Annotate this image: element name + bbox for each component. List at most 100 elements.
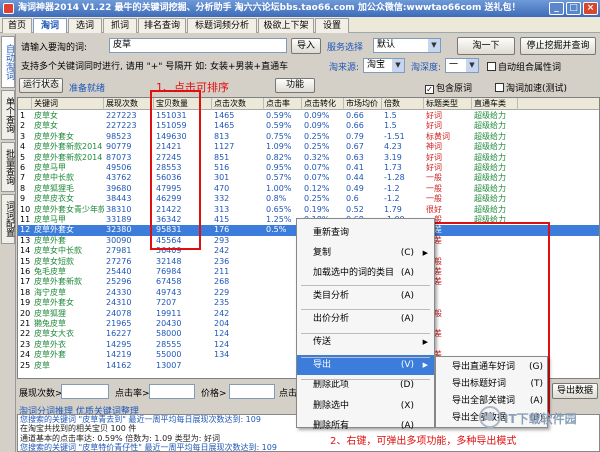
side-tab-2[interactable]: 批量查询 bbox=[1, 142, 15, 192]
column-header-2[interactable]: 展现次数 bbox=[104, 98, 154, 110]
table-row[interactable]: 5 皮草外套新款2014 87073 27245 851 0.82% 0.32% 0.63 3.… bbox=[18, 152, 599, 163]
menu-item-label: 删除此项 bbox=[313, 380, 350, 391]
table-cell: 19911 bbox=[156, 308, 182, 318]
tab-1[interactable]: 淘词 bbox=[33, 18, 67, 33]
table-cell: 0.32% bbox=[304, 152, 330, 162]
context-menu-item-6[interactable]: 导出 (V) ▶ bbox=[297, 355, 434, 376]
minimize-icon[interactable]: _ bbox=[549, 2, 564, 15]
tab-7[interactable]: 设置 bbox=[315, 18, 349, 33]
filter-clickrate-input[interactable] bbox=[149, 384, 195, 399]
table-row[interactable]: 7 皮草中长款 43762 56036 301 0.57% 0.07% 0.44 -1.28 一般… bbox=[18, 173, 599, 183]
stop-button[interactable]: 停止挖掘并查询 bbox=[520, 37, 596, 55]
context-menu-item-5[interactable]: 传送 ▶ bbox=[297, 332, 434, 352]
tab-5[interactable]: 标题词频分析 bbox=[187, 18, 257, 33]
go-button[interactable]: 淘一下 bbox=[457, 37, 515, 55]
close-icon[interactable]: × bbox=[583, 2, 598, 15]
table-cell: 3 bbox=[20, 131, 26, 141]
menu-item-label: 导出标题好词 bbox=[452, 379, 507, 389]
table-cell: 海宁皮草 bbox=[34, 287, 66, 297]
tab-3[interactable]: 抓词 bbox=[103, 18, 137, 33]
context-menu-item-4[interactable]: 出价分析 (A) bbox=[297, 309, 434, 329]
include-original-checkbox[interactable]: ✓ 包含原词 bbox=[425, 81, 472, 94]
table-row[interactable]: 10 皮草外套女青少年款 38310 21422 313 0.65% 0.19% 0.52 1.… bbox=[18, 204, 599, 215]
table-cell: 好词 bbox=[426, 152, 442, 162]
menu-item-shortcut: (A) bbox=[400, 291, 414, 302]
column-header-9[interactable]: 标题类型 bbox=[424, 98, 472, 110]
table-cell: 0.8% bbox=[266, 194, 287, 204]
table-cell: 7 bbox=[20, 173, 26, 183]
status-button[interactable]: 运行状态 bbox=[19, 78, 63, 93]
column-header-1[interactable]: 关键词 bbox=[32, 98, 104, 110]
side-tab-0[interactable]: 自动淘词 bbox=[1, 36, 15, 88]
table-cell: 皮草外衣 bbox=[34, 339, 66, 349]
column-header-8[interactable]: 倍数 bbox=[382, 98, 424, 110]
table-cell: 17 bbox=[20, 277, 31, 287]
table-cell: 38443 bbox=[106, 194, 132, 204]
keyword-input[interactable]: 皮草 bbox=[109, 38, 287, 53]
side-tab-1[interactable]: 单个查询 bbox=[1, 90, 15, 140]
checkbox-icon bbox=[495, 83, 504, 92]
menu-item-label: 导出直通车好词 bbox=[452, 362, 516, 372]
context-menu-item-8[interactable]: 删除选中 (X) bbox=[297, 396, 434, 416]
table-row[interactable]: 3 皮草外套女 98523 149630 813 0.75% 0.25% 0.79 -1.51 标… bbox=[18, 131, 599, 142]
import-button[interactable]: 导入 bbox=[291, 38, 321, 54]
table-cell: 25 bbox=[20, 360, 31, 370]
column-header-4[interactable]: 点击次数 bbox=[212, 98, 264, 110]
tab-2[interactable]: 选词 bbox=[68, 18, 102, 33]
tab-6[interactable]: 极欲上下架 bbox=[258, 18, 314, 33]
table-row[interactable]: 6 皮草马甲 49506 28553 516 0.95% 0.07% 0.41 1.73 好词 超级… bbox=[18, 163, 599, 173]
service-select[interactable]: 默认 ▼ bbox=[373, 38, 441, 53]
context-menu-item-3[interactable]: 类目分析 (A) bbox=[297, 286, 434, 306]
table-cell: 皮草外套新款2014 bbox=[34, 152, 103, 162]
menu-item-shortcut: (X) bbox=[400, 400, 414, 411]
context-menu-item-1[interactable]: 复制 (C) ▶ bbox=[297, 243, 434, 263]
menu-item-label: 删除选中 bbox=[313, 400, 350, 411]
title-bar: 淘词神器2014 V1.22 最牛的关键词挖掘、分析助手 淘六六论坛bbs.ta… bbox=[0, 0, 600, 17]
column-header-10[interactable]: 直通车类 bbox=[472, 98, 518, 110]
table-cell: 0.65% bbox=[266, 204, 292, 214]
table-row[interactable]: 4 皮草外套新款2014 90779 21421 1127 1.09% 0.25% 0.67 4… bbox=[18, 142, 599, 152]
export-submenu-item-0[interactable]: 导出直通车好词 (G) bbox=[436, 359, 547, 376]
filter-price-input[interactable] bbox=[229, 384, 275, 399]
context-menu-item-2[interactable]: 加载选中的词的类目 (A) bbox=[297, 263, 434, 283]
table-cell: 58000 bbox=[156, 329, 182, 339]
column-header-7[interactable]: 市场均价 bbox=[344, 98, 382, 110]
table-cell: 1.00% bbox=[266, 183, 292, 193]
table-cell: 10 bbox=[20, 204, 31, 214]
checkbox-icon: ✓ bbox=[425, 85, 434, 94]
table-cell: 124 bbox=[214, 339, 230, 349]
tab-4[interactable]: 排名查询 bbox=[138, 18, 186, 33]
export-submenu-item-1[interactable]: 导出标题好词 (T) bbox=[436, 376, 547, 393]
context-menu-item-0[interactable]: 重新查询 bbox=[297, 223, 434, 243]
table-cell: 27276 bbox=[106, 256, 132, 266]
filter-show-input[interactable] bbox=[61, 384, 109, 399]
source-select[interactable]: 淘宝 ▼ bbox=[363, 58, 405, 73]
menu-item-shortcut: (A) bbox=[400, 314, 414, 325]
column-header-6[interactable]: 点击转化 bbox=[302, 98, 344, 110]
table-row[interactable]: 1 皮草女 227223 151031 1465 0.59% 0.09% 0.66 1.5 好词超… bbox=[18, 111, 599, 121]
table-cell: 超级给力 bbox=[474, 142, 506, 152]
table-row[interactable]: 8 皮草狐狸毛 39680 47995 470 1.00% 0.12% 0.49 -1.2 一般超… bbox=[18, 183, 599, 194]
chevron-right-icon: ▶ bbox=[422, 249, 428, 257]
side-tab-3[interactable]: 词词配置 bbox=[1, 194, 15, 244]
table-cell: 1.09% bbox=[266, 142, 292, 152]
table-cell: 0.25% bbox=[304, 131, 330, 141]
table-cell: 皮草皮衣女 bbox=[34, 194, 74, 204]
auto-attr-label: 自动组合属性词 bbox=[498, 63, 562, 73]
tab-0[interactable]: 首页 bbox=[2, 18, 32, 33]
function-button[interactable]: 功能 bbox=[275, 78, 315, 93]
table-cell: 0.6 bbox=[346, 194, 359, 204]
auto-attr-checkbox[interactable]: 自动组合属性词 bbox=[487, 60, 561, 73]
table-cell: 皮草马甲 bbox=[34, 163, 66, 172]
table-cell: 皮草外套女 bbox=[34, 225, 74, 235]
table-cell: 25440 bbox=[106, 267, 132, 276]
column-header-0[interactable] bbox=[18, 98, 32, 110]
table-cell: 0.63 bbox=[346, 152, 364, 162]
depth-select[interactable]: 一 ▼ bbox=[445, 58, 479, 73]
export-data-button[interactable]: 导出数据 bbox=[552, 383, 598, 399]
maximize-icon[interactable]: □ bbox=[566, 2, 581, 15]
table-row[interactable]: 2 皮草女 227223 151059 1465 0.59% 0.09% 0.66 1.5 好词超… bbox=[18, 121, 599, 131]
accel-checkbox[interactable]: 淘词加速(测试) bbox=[495, 81, 567, 94]
table-row[interactable]: 9 皮草皮衣女 38443 46299 332 0.8% 0.25% 0.6 -1.2 一般 超级给… bbox=[18, 194, 599, 204]
column-header-5[interactable]: 点击率 bbox=[264, 98, 302, 110]
